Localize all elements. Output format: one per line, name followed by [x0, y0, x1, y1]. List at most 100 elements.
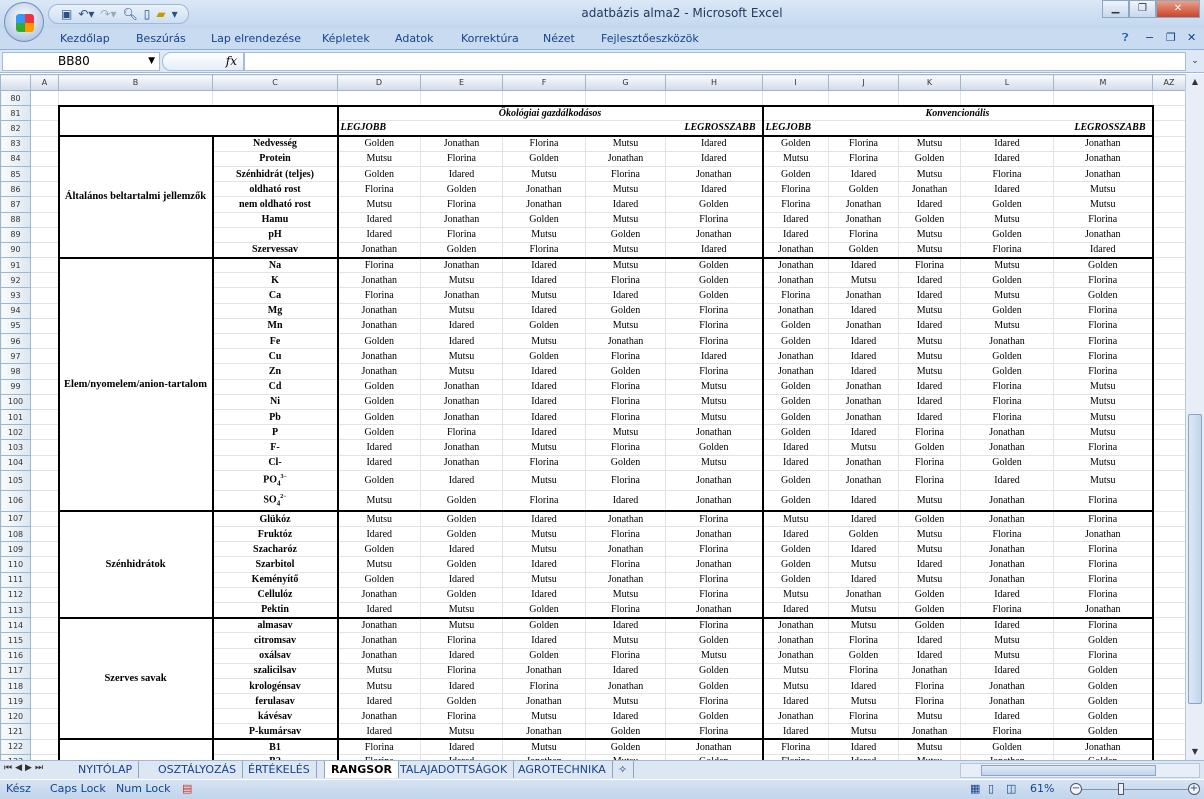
eco-rank-cell[interactable]: Florina: [585, 272, 666, 289]
eco-rank-cell[interactable]: Jonathan: [337, 272, 421, 289]
sheet-tab[interactable]: NYITÓLAP: [72, 761, 140, 778]
zoom-out-icon[interactable]: −: [1070, 783, 1082, 795]
eco-rank-cell[interactable]: Idared: [420, 165, 503, 183]
conv-rank-cell[interactable]: Florina: [828, 632, 899, 649]
conv-rank-cell[interactable]: Florina: [960, 241, 1054, 259]
eco-rank-cell[interactable]: Florina: [585, 165, 666, 183]
eco-rank-cell[interactable]: Golden: [337, 332, 421, 350]
cell[interactable]: [30, 647, 59, 664]
conv-rank-cell[interactable]: Mutsu: [1053, 181, 1154, 198]
conv-rank-cell[interactable]: Idared: [828, 332, 899, 350]
eco-rank-cell[interactable]: Mutsu: [665, 378, 764, 395]
eco-rank-cell[interactable]: Florina: [665, 616, 764, 634]
cell[interactable]: [1152, 677, 1185, 695]
eco-rank-cell[interactable]: Idared: [502, 408, 586, 426]
conv-rank-cell[interactable]: Jonathan: [762, 647, 829, 664]
eco-rank-cell[interactable]: Golden: [420, 556, 503, 573]
cell[interactable]: [1152, 571, 1185, 588]
eco-rank-cell[interactable]: Idared: [585, 708, 666, 725]
eco-rank-cell[interactable]: Idared: [502, 302, 586, 319]
column-header[interactable]: C: [212, 74, 338, 91]
conv-rank-cell[interactable]: Idared: [960, 469, 1054, 492]
scrollbar-thumb[interactable]: [1188, 414, 1202, 704]
eco-rank-cell[interactable]: Mutsu: [420, 723, 503, 741]
conv-rank-cell[interactable]: Jonathan: [828, 378, 899, 395]
eco-rank-cell[interactable]: Golden: [502, 647, 586, 664]
conv-rank-cell[interactable]: Mutsu: [828, 723, 899, 741]
column-header[interactable]: H: [665, 74, 763, 91]
conv-rank-cell[interactable]: Golden: [898, 586, 961, 603]
eco-rank-cell[interactable]: Idared: [502, 378, 586, 395]
close-button[interactable]: ✕: [1156, 0, 1200, 18]
row-header[interactable]: 106: [0, 490, 31, 512]
conv-rank-cell[interactable]: Florina: [1053, 317, 1154, 335]
conv-rank-cell[interactable]: Mutsu: [828, 556, 899, 573]
conv-rank-cell[interactable]: Idared: [828, 363, 899, 380]
eco-rank-cell[interactable]: Golden: [420, 241, 503, 259]
row-header[interactable]: 96: [0, 332, 31, 350]
cell[interactable]: [30, 105, 59, 122]
conv-rank-cell[interactable]: Idared: [762, 211, 829, 228]
cell[interactable]: [30, 541, 59, 558]
conv-rank-cell[interactable]: Golden: [762, 541, 829, 558]
conv-rank-cell[interactable]: Idared: [828, 490, 899, 513]
conv-rank-cell[interactable]: Golden: [1053, 256, 1154, 274]
cell[interactable]: [1152, 738, 1185, 755]
eco-rank-cell[interactable]: Golden: [502, 150, 586, 167]
cell[interactable]: [30, 738, 59, 755]
eco-rank-cell[interactable]: Golden: [502, 317, 586, 335]
cell[interactable]: [30, 241, 59, 259]
cell[interactable]: [30, 393, 59, 410]
eco-rank-cell[interactable]: Idared: [665, 135, 764, 152]
eco-rank-cell[interactable]: Jonathan: [585, 571, 666, 588]
conv-rank-cell[interactable]: Golden: [898, 150, 961, 167]
row-header[interactable]: 120: [0, 708, 31, 725]
eco-rank-cell[interactable]: Mutsu: [665, 393, 764, 410]
row-header[interactable]: 103: [0, 439, 31, 456]
eco-rank-cell[interactable]: Idared: [502, 424, 586, 441]
conv-rank-cell[interactable]: Golden: [762, 469, 829, 492]
conv-rank-cell[interactable]: Jonathan: [1053, 601, 1154, 619]
row-header[interactable]: 101: [0, 408, 31, 426]
eco-rank-cell[interactable]: Golden: [665, 439, 764, 456]
conv-rank-cell[interactable]: Golden: [898, 616, 961, 634]
column-header[interactable]: G: [585, 74, 666, 91]
eco-rank-cell[interactable]: Idared: [585, 616, 666, 634]
eco-rank-cell[interactable]: Idared: [420, 541, 503, 558]
cell[interactable]: [30, 662, 59, 679]
conv-rank-cell[interactable]: Golden: [762, 408, 829, 426]
conv-rank-cell[interactable]: Idared: [960, 616, 1054, 634]
conv-rank-cell[interactable]: Mutsu: [898, 165, 961, 183]
eco-rank-cell[interactable]: Mutsu: [665, 408, 764, 426]
conv-rank-cell[interactable]: Jonathan: [828, 211, 899, 228]
eco-rank-cell[interactable]: Jonathan: [420, 211, 503, 228]
eco-rank-cell[interactable]: Jonathan: [420, 256, 503, 274]
eco-rank-cell[interactable]: Golden: [337, 135, 421, 152]
expand-formula-bar-icon[interactable]: ⌄: [1188, 52, 1202, 71]
cell[interactable]: [30, 708, 59, 725]
conv-rank-cell[interactable]: Florina: [1053, 556, 1154, 573]
conv-rank-cell[interactable]: Mutsu: [828, 616, 899, 634]
eco-rank-cell[interactable]: Mutsu: [420, 363, 503, 380]
eco-rank-cell[interactable]: Golden: [420, 181, 503, 198]
cell[interactable]: [1152, 317, 1185, 335]
row-header[interactable]: 113: [0, 601, 31, 619]
cell[interactable]: [30, 693, 59, 710]
conv-rank-cell[interactable]: Mutsu: [898, 490, 961, 513]
conv-rank-cell[interactable]: Golden: [762, 490, 829, 513]
conv-rank-cell[interactable]: Mutsu: [1053, 393, 1154, 410]
eco-rank-cell[interactable]: Golden: [665, 708, 764, 725]
row-header[interactable]: 86: [0, 181, 31, 198]
conv-rank-cell[interactable]: Florina: [762, 181, 829, 198]
cell[interactable]: [337, 89, 421, 107]
conv-rank-cell[interactable]: Jonathan: [762, 348, 829, 365]
row-header[interactable]: 107: [0, 510, 31, 528]
conv-rank-cell[interactable]: Florina: [960, 601, 1054, 619]
row-header[interactable]: 84: [0, 150, 31, 167]
sheet-tab[interactable]: ÉRTÉKELÉS: [242, 761, 317, 778]
conv-rank-cell[interactable]: Jonathan: [762, 241, 829, 259]
eco-rank-cell[interactable]: Golden: [585, 723, 666, 741]
conv-rank-cell[interactable]: Mutsu: [1053, 378, 1154, 395]
cell[interactable]: [1152, 526, 1185, 543]
eco-rank-cell[interactable]: Idared: [337, 601, 421, 619]
